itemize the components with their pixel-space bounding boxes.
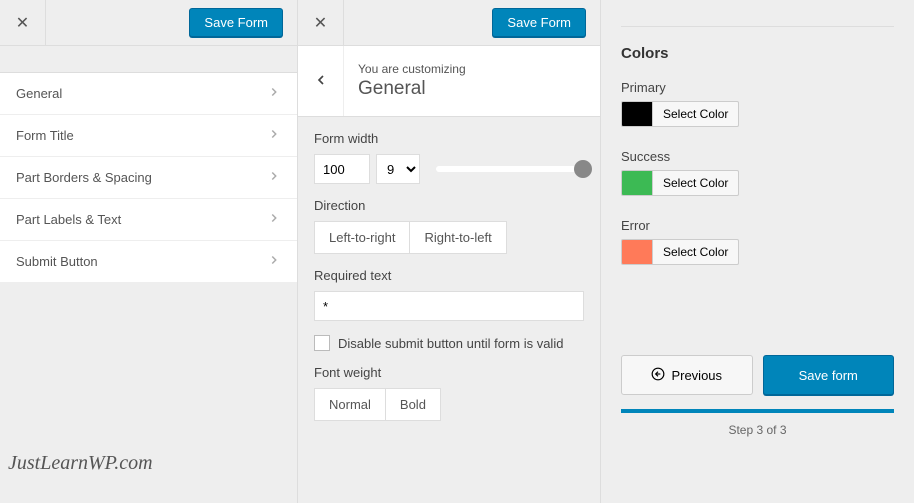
- app-root: ✕ Save Form General Form Title Part Bord…: [0, 0, 914, 503]
- footer: Previous Save form Step 3 of 3: [621, 355, 894, 437]
- customizer-subtitle: You are customizing: [358, 62, 466, 76]
- chevron-right-icon: [267, 169, 281, 186]
- step-indicator: Step 3 of 3: [621, 423, 894, 437]
- form-width-label: Form width: [314, 131, 584, 146]
- direction-section: Direction Left-to-right Right-to-left: [298, 184, 600, 254]
- color-error-row: Error Select Color: [621, 218, 894, 265]
- previous-label: Previous: [671, 368, 722, 383]
- menu-item-submit-button[interactable]: Submit Button: [0, 241, 297, 283]
- direction-rtl[interactable]: Right-to-left: [409, 222, 505, 253]
- form-width-unit-select[interactable]: 9: [376, 154, 420, 184]
- menu-item-label: Part Labels & Text: [16, 212, 121, 227]
- font-weight-section: Font weight Normal Bold: [298, 351, 600, 421]
- color-primary-swatch[interactable]: [621, 101, 653, 127]
- menu-item-label: Form Title: [16, 128, 74, 143]
- save-form-button-customizer[interactable]: Save Form: [492, 8, 586, 37]
- font-weight-bold[interactable]: Bold: [385, 389, 440, 420]
- menu-item-label: Part Borders & Spacing: [16, 170, 152, 185]
- color-success-label: Success: [621, 149, 894, 164]
- menu-item-borders-spacing[interactable]: Part Borders & Spacing: [0, 157, 297, 199]
- color-error-swatch[interactable]: [621, 239, 653, 265]
- colors-panel: Colors Primary Select Color Success Sele…: [601, 0, 914, 503]
- back-button[interactable]: [298, 46, 344, 116]
- chevron-left-icon: [313, 72, 329, 91]
- sidebar-topbar: ✕ Save Form: [0, 0, 297, 46]
- customizer-header: You are customizing General: [298, 46, 600, 117]
- font-weight-label: Font weight: [314, 365, 584, 380]
- direction-ltr[interactable]: Left-to-right: [315, 222, 409, 253]
- direction-toggle: Left-to-right Right-to-left: [314, 221, 507, 254]
- select-color-success-button[interactable]: Select Color: [653, 170, 739, 196]
- close-button[interactable]: ✕: [298, 0, 344, 46]
- arrow-left-icon: [651, 367, 665, 384]
- color-success-row: Success Select Color: [621, 149, 894, 196]
- colors-heading: Colors: [621, 45, 894, 62]
- form-width-slider[interactable]: [436, 166, 584, 172]
- chevron-right-icon: [267, 127, 281, 144]
- divider: [621, 26, 894, 27]
- slider-thumb[interactable]: [574, 160, 592, 178]
- settings-menu: General Form Title Part Borders & Spacin…: [0, 72, 297, 283]
- customizer-topbar: ✕ Save Form: [298, 0, 600, 46]
- color-primary-row: Primary Select Color: [621, 80, 894, 127]
- watermark-text: JustLearnWP.com: [8, 452, 153, 475]
- menu-item-form-title[interactable]: Form Title: [0, 115, 297, 157]
- required-text-section: Required text: [298, 254, 600, 321]
- menu-item-general[interactable]: General: [0, 73, 297, 115]
- close-icon: ✕: [16, 13, 29, 33]
- customizer-title: General: [358, 78, 466, 100]
- chevron-right-icon: [267, 253, 281, 270]
- menu-item-label: General: [16, 86, 62, 101]
- menu-item-labels-text[interactable]: Part Labels & Text: [0, 199, 297, 241]
- font-weight-normal[interactable]: Normal: [315, 389, 385, 420]
- close-button[interactable]: ✕: [0, 0, 46, 46]
- required-text-label: Required text: [314, 268, 584, 283]
- close-icon: ✕: [314, 13, 327, 33]
- form-width-input[interactable]: [314, 154, 370, 184]
- customizer-title-block: You are customizing General: [344, 50, 480, 112]
- progress-bar: [621, 409, 894, 413]
- font-weight-toggle: Normal Bold: [314, 388, 441, 421]
- form-width-section: Form width 9: [298, 117, 600, 184]
- sidebar-panel: ✕ Save Form General Form Title Part Bord…: [0, 0, 298, 503]
- direction-label: Direction: [314, 198, 584, 213]
- color-primary-label: Primary: [621, 80, 894, 95]
- chevron-right-icon: [267, 85, 281, 102]
- select-color-primary-button[interactable]: Select Color: [653, 101, 739, 127]
- save-form-button-footer[interactable]: Save form: [763, 355, 895, 395]
- save-form-button-sidebar[interactable]: Save Form: [189, 8, 283, 37]
- disable-submit-checkbox[interactable]: [314, 335, 330, 351]
- chevron-right-icon: [267, 211, 281, 228]
- required-text-input[interactable]: [314, 291, 584, 321]
- color-error-label: Error: [621, 218, 894, 233]
- select-color-error-button[interactable]: Select Color: [653, 239, 739, 265]
- disable-submit-label: Disable submit button until form is vali…: [338, 336, 563, 351]
- previous-button[interactable]: Previous: [621, 355, 753, 395]
- customizer-panel: ✕ Save Form You are customizing General …: [298, 0, 601, 503]
- menu-item-label: Submit Button: [16, 254, 98, 269]
- color-success-swatch[interactable]: [621, 170, 653, 196]
- disable-submit-section: Disable submit button until form is vali…: [298, 321, 600, 351]
